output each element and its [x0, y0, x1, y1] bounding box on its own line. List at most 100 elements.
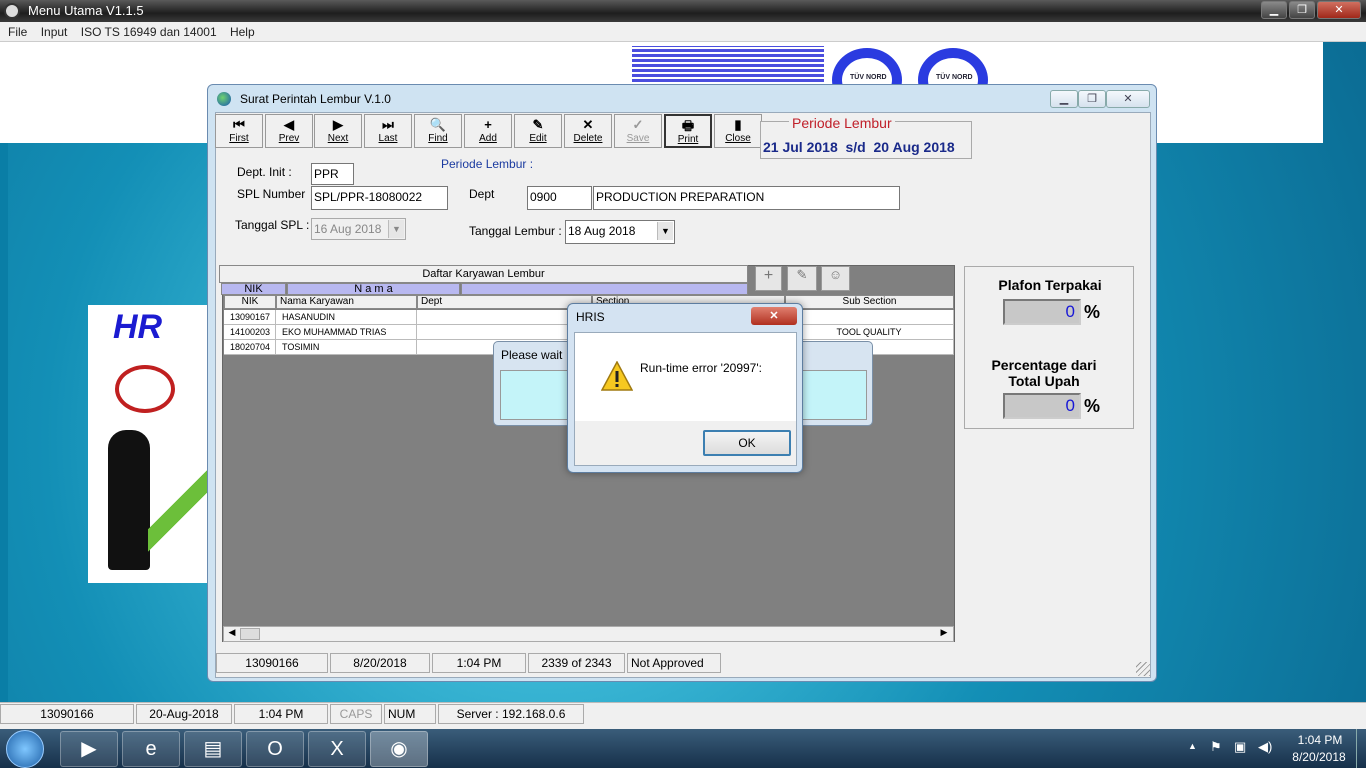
ok-button[interactable]: OK [703, 430, 791, 456]
close-icon: ▮ [734, 117, 742, 132]
grid-cell[interactable] [417, 325, 592, 340]
grid-cell[interactable]: TOSIMIN [276, 340, 417, 355]
menu-help[interactable]: Help [230, 22, 255, 39]
dept-code-field[interactable]: 0900 [527, 186, 592, 210]
person-icon[interactable]: ☺ [821, 266, 850, 291]
toolbar-first-button[interactable]: ⏮ First [215, 114, 263, 148]
tanggal-lembur-value: 18 Aug 2018 [568, 224, 636, 238]
please-wait-title: Please wait [501, 348, 563, 362]
app-status-num: NUM [384, 704, 436, 724]
toolbar-label: Find [428, 133, 448, 144]
periode-box: Periode Lembur 21 Jul 2018 s/d 20 Aug 20… [760, 115, 972, 159]
left-edge [0, 143, 8, 703]
internet-explorer-icon[interactable]: e [122, 731, 180, 767]
error-message: Run-time error '20997': [640, 361, 762, 375]
plafon-pct-sign: % [1084, 302, 1101, 322]
grid-caption: Daftar Karyawan Lembur [219, 265, 748, 283]
toolbar-save-button[interactable]: ✓ Save [614, 114, 662, 148]
spl-restore-button[interactable]: ❐ [1078, 90, 1106, 108]
scroll-left-icon[interactable]: ◀ [225, 627, 239, 638]
menu-input[interactable]: Input [41, 22, 68, 39]
add-row-icon[interactable]: + [755, 266, 782, 291]
volume-icon[interactable]: ◀) [1258, 739, 1272, 755]
col-nik[interactable]: NIK [224, 295, 276, 309]
periode-box-title: Periode Lembur [789, 115, 895, 131]
toolbar-next-button[interactable]: ▶ Next [314, 114, 362, 148]
start-button[interactable] [6, 730, 44, 768]
grid-cell[interactable]: 18020704 [224, 340, 276, 355]
scroll-right-icon[interactable]: ▶ [937, 627, 951, 638]
grid-cell[interactable]: HASANUDIN [276, 310, 417, 325]
spl-status-record: 2339 of 2343 [528, 653, 625, 673]
tanggal-lembur-label: Tanggal Lembur : [469, 224, 562, 238]
toolbar-close-button[interactable]: ▮ Close [714, 114, 762, 148]
main-window-title: Menu Utama V1.1.5 [28, 3, 144, 18]
hris-app-eye-icon[interactable]: ◉ [370, 731, 428, 767]
scroll-thumb[interactable] [240, 628, 260, 640]
resize-grip[interactable] [1136, 662, 1150, 676]
spl-number-field[interactable]: SPL/PPR-18080022 [311, 186, 448, 210]
main-title-bar: Menu Utama V1.1.5 ▁ ❐ ✕ [0, 0, 1366, 22]
grid-sub-blank [461, 283, 748, 295]
horizontal-scrollbar[interactable]: ◀ ▶ [223, 626, 954, 642]
dept-init-field[interactable]: PPR [311, 163, 354, 185]
plafon-label: Plafon Terpakai [998, 277, 1102, 293]
show-desktop-button[interactable] [1356, 729, 1366, 768]
toolbar-edit-button[interactable]: ✎ Edit [514, 114, 562, 148]
taskbar-time[interactable]: 1:04 PM [1290, 733, 1350, 747]
grid-cell[interactable] [785, 310, 954, 325]
col-dept[interactable]: Dept [417, 295, 592, 309]
save-icon: ✓ [632, 117, 644, 132]
grid-cell[interactable]: 14100203 [224, 325, 276, 340]
grid-cell[interactable]: TOOL QUALITY [785, 325, 954, 340]
restore-button[interactable]: ❐ [1289, 1, 1315, 19]
spl-minimize-button[interactable]: ▁ [1050, 90, 1078, 108]
toolbar-delete-button[interactable]: ✕ Delete [564, 114, 612, 148]
edit-row-icon[interactable]: ✎ [787, 266, 817, 291]
grid-cell[interactable]: 13090167 [224, 310, 276, 325]
grid-cell[interactable]: EKO MUHAMMAD TRIAS [276, 325, 417, 340]
percentage-pct-sign: % [1084, 396, 1101, 416]
taskbar-date[interactable]: 8/20/2018 [1286, 750, 1352, 764]
menu-file[interactable]: File [8, 22, 27, 39]
prev-icon: ◀ [284, 117, 294, 132]
app-eye-icon [4, 3, 20, 19]
menu-iso[interactable]: ISO TS 16949 dan 14001 [81, 22, 217, 39]
explorer-folder-icon[interactable]: ▤ [184, 731, 242, 767]
menu-bar: File Input ISO TS 16949 dan 14001 Help [0, 22, 1366, 42]
grid-cell[interactable] [417, 310, 592, 325]
app-status-date: 20-Aug-2018 [136, 704, 232, 724]
error-close-button[interactable]: ✕ [751, 307, 797, 325]
hr-title: HR [113, 308, 163, 346]
toolbar-add-button[interactable]: + Add [464, 114, 512, 148]
toolbar-prev-button[interactable]: ◀ Prev [265, 114, 313, 148]
close-button[interactable]: ✕ [1317, 1, 1361, 19]
tanggal-lembur-select[interactable]: 18 Aug 2018 ▼ [565, 220, 675, 244]
col-subsection[interactable]: Sub Section [785, 295, 954, 309]
outlook-icon[interactable]: O [246, 731, 304, 767]
toolbar-print-button[interactable]: 🖶 Print [664, 114, 712, 148]
chevron-down-icon[interactable]: ▼ [657, 222, 673, 240]
find-icon: 🔍 [429, 117, 447, 132]
excel-icon[interactable]: X [308, 731, 366, 767]
plafon-panel: Plafon Terpakai 0 % Percentage dari Tota… [964, 266, 1134, 429]
flag-icon[interactable]: ⚑ [1210, 739, 1222, 755]
toolbar-label: Save [626, 133, 650, 144]
presenter-figure [108, 430, 150, 570]
error-dialog-title: HRIS [576, 310, 605, 324]
network-icon[interactable]: ▣ [1234, 739, 1246, 755]
col-nama[interactable]: Nama Karyawan [276, 295, 417, 309]
toolbar-label: Next [327, 133, 349, 144]
dept-name-field[interactable]: PRODUCTION PREPARATION [593, 186, 900, 210]
first-icon: ⏮ [233, 117, 245, 132]
app-status-server: Server : 192.168.0.6 [438, 704, 584, 724]
add-icon: + [484, 117, 492, 132]
toolbar-last-button[interactable]: ⏭ Last [364, 114, 412, 148]
toolbar-find-button[interactable]: 🔍 Find [414, 114, 462, 148]
tanggal-spl-field: 16 Aug 2018 ▼ [311, 218, 406, 240]
tray-arrow-icon[interactable]: ▲ [1188, 741, 1197, 751]
spl-close-button[interactable]: ✕ [1106, 90, 1150, 108]
media-player-icon[interactable]: ▶ [60, 731, 118, 767]
spl-title-bar: Surat Perintah Lembur V.1.0 ▁ ❐ ✕ [208, 85, 1156, 111]
minimize-button[interactable]: ▁ [1261, 1, 1287, 19]
